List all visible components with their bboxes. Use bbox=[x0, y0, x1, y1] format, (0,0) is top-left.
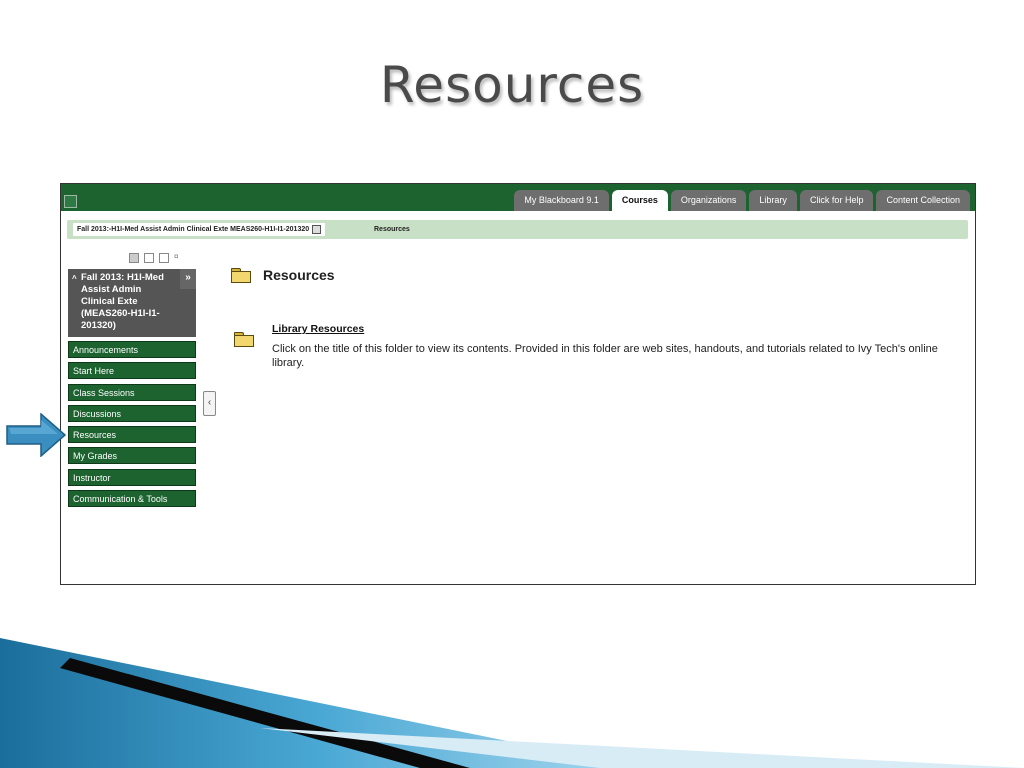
expand-menu-icon[interactable]: » bbox=[180, 269, 196, 289]
blackboard-logo-icon[interactable] bbox=[64, 195, 77, 208]
course-menu: Announcements Start Here Class Sessions … bbox=[68, 341, 196, 511]
tab-my-blackboard[interactable]: My Blackboard 9.1 bbox=[514, 190, 609, 211]
blackboard-screenshot: My Blackboard 9.1 Courses Organizations … bbox=[60, 183, 976, 585]
top-navigation-bar: My Blackboard 9.1 Courses Organizations … bbox=[61, 184, 975, 211]
folder-view-icon[interactable] bbox=[144, 253, 154, 263]
menu-view-options: ¤ bbox=[129, 253, 182, 263]
tab-courses[interactable]: Courses bbox=[611, 190, 668, 211]
breadcrumb: Fall 2013:-H1I-Med Assist Admin Clinical… bbox=[67, 220, 968, 239]
page-title: Resources bbox=[263, 267, 335, 283]
folder-icon bbox=[231, 268, 251, 283]
sidebar-item-announcements[interactable]: Announcements bbox=[68, 341, 196, 358]
course-title[interactable]: Fall 2013: H1I-Med Assist Admin Clinical… bbox=[81, 272, 175, 332]
slide-title: Resources bbox=[379, 56, 645, 114]
decorative-swoosh bbox=[0, 638, 1024, 768]
refresh-icon[interactable]: ¤ bbox=[174, 253, 182, 261]
content-item-link[interactable]: Library Resources bbox=[272, 323, 364, 335]
breadcrumb-menu-icon[interactable] bbox=[312, 224, 322, 234]
course-menu-header: ^ Fall 2013: H1I-Med Assist Admin Clinic… bbox=[68, 269, 196, 337]
content-item-description: Click on the title of this folder to vie… bbox=[272, 343, 938, 369]
sidebar-item-class-sessions[interactable]: Class Sessions bbox=[68, 383, 196, 401]
breadcrumb-course[interactable]: Fall 2013:-H1I-Med Assist Admin Clinical… bbox=[73, 223, 326, 236]
sidebar-item-start-here[interactable]: Start Here bbox=[68, 362, 196, 380]
sidebar-item-discussions[interactable]: Discussions bbox=[68, 404, 196, 422]
top-tabs: My Blackboard 9.1 Courses Organizations … bbox=[514, 190, 970, 211]
sidebar-item-resources[interactable]: Resources bbox=[68, 426, 196, 444]
caret-up-icon[interactable]: ^ bbox=[72, 273, 77, 285]
sidebar-item-communication-tools[interactable]: Communication & Tools bbox=[68, 490, 196, 508]
sidebar-item-my-grades[interactable]: My Grades bbox=[68, 447, 196, 465]
pointer-arrow-icon bbox=[6, 413, 66, 457]
breadcrumb-course-label: Fall 2013:-H1I-Med Assist Admin Clinical… bbox=[77, 226, 310, 233]
sidebar-item-instructor[interactable]: Instructor bbox=[68, 468, 196, 486]
list-view-icon[interactable] bbox=[129, 253, 139, 263]
tab-content-collection[interactable]: Content Collection bbox=[876, 190, 970, 211]
tab-click-for-help[interactable]: Click for Help bbox=[799, 190, 874, 211]
collapse-menu-handle[interactable]: ‹ bbox=[203, 391, 216, 416]
tab-organizations[interactable]: Organizations bbox=[670, 190, 747, 211]
folder-icon bbox=[234, 332, 254, 347]
breadcrumb-current: Resources bbox=[374, 226, 410, 233]
tab-library[interactable]: Library bbox=[749, 190, 797, 211]
window-view-icon[interactable] bbox=[159, 253, 169, 263]
